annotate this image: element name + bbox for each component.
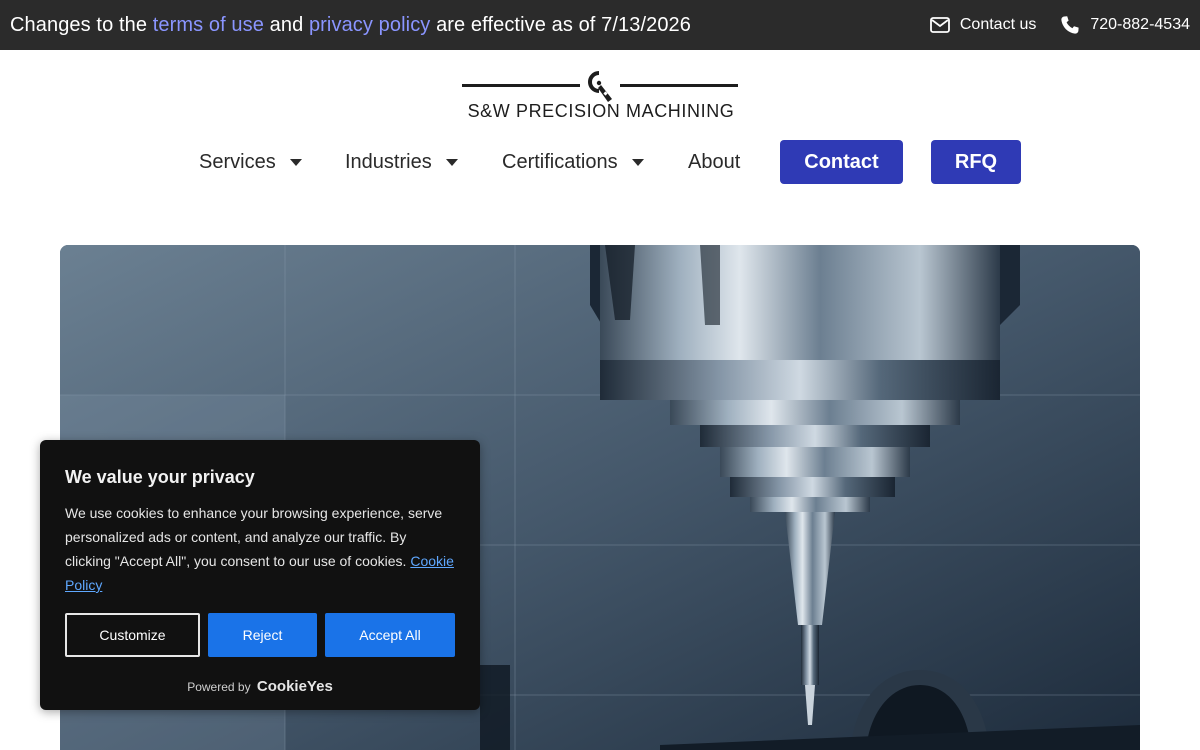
notice-suffix: are effective as of 7/13/2026 (430, 13, 691, 36)
nav-item-about[interactable]: About (688, 140, 740, 184)
nav-item-services[interactable]: Services (199, 140, 302, 184)
accept-all-button[interactable]: Accept All (325, 613, 455, 657)
logo-rule-right (620, 84, 738, 87)
logo-wordmark: S&W PRECISION MACHINING (467, 101, 735, 121)
powered-by: Powered by CookieYes (40, 678, 480, 695)
logo-rule-left (462, 84, 580, 87)
phone-link[interactable]: 720-882-4534 (1060, 15, 1190, 35)
contact-us-label: Contact us (959, 16, 1037, 33)
notice-prefix: Changes to the (10, 13, 153, 36)
nav-label-services: Services (199, 150, 276, 173)
powered-by-label: Powered by (187, 680, 251, 694)
caliper-logo-icon (582, 70, 618, 104)
customize-button[interactable]: Customize (65, 613, 200, 657)
cookie-banner-body: We use cookies to enhance your browsing … (65, 501, 455, 597)
main-navigation: Services Industries Certifications About… (0, 140, 1200, 184)
policy-notice: Changes to the terms of use and privacy … (10, 14, 691, 37)
cookieyes-logo[interactable]: CookieYes (257, 678, 333, 695)
phone-icon (1060, 15, 1080, 35)
cookie-banner-text: We use cookies to enhance your browsing … (65, 505, 443, 569)
contact-us-link[interactable]: Contact us (929, 16, 1037, 34)
reject-button[interactable]: Reject (208, 613, 317, 657)
nav-label-about: About (688, 150, 741, 173)
envelope-icon (929, 17, 950, 33)
phone-number: 720-882-4534 (1090, 16, 1190, 33)
topbar-contacts: Contact us 720-882-4534 (929, 15, 1190, 35)
notice-and: and (263, 13, 309, 36)
terms-of-use-link[interactable]: terms of use (153, 14, 264, 36)
announcement-bar: Changes to the terms of use and privacy … (0, 0, 1200, 50)
cookie-consent-banner: We value your privacy We use cookies to … (40, 440, 480, 710)
nav-item-certifications[interactable]: Certifications (502, 140, 644, 184)
cookie-banner-title: We value your privacy (65, 467, 255, 487)
nav-item-industries[interactable]: Industries (345, 140, 458, 184)
chevron-down-icon (445, 158, 458, 166)
nav-label-industries: Industries (345, 150, 432, 173)
privacy-policy-link[interactable]: privacy policy (309, 14, 430, 36)
chevron-down-icon (631, 158, 644, 166)
nav-label-certifications: Certifications (502, 150, 618, 173)
company-logo[interactable]: S&W PRECISION MACHINING (462, 70, 740, 124)
contact-button[interactable]: Contact (780, 140, 903, 184)
rfq-button[interactable]: RFQ (931, 140, 1021, 184)
chevron-down-icon (289, 158, 302, 166)
